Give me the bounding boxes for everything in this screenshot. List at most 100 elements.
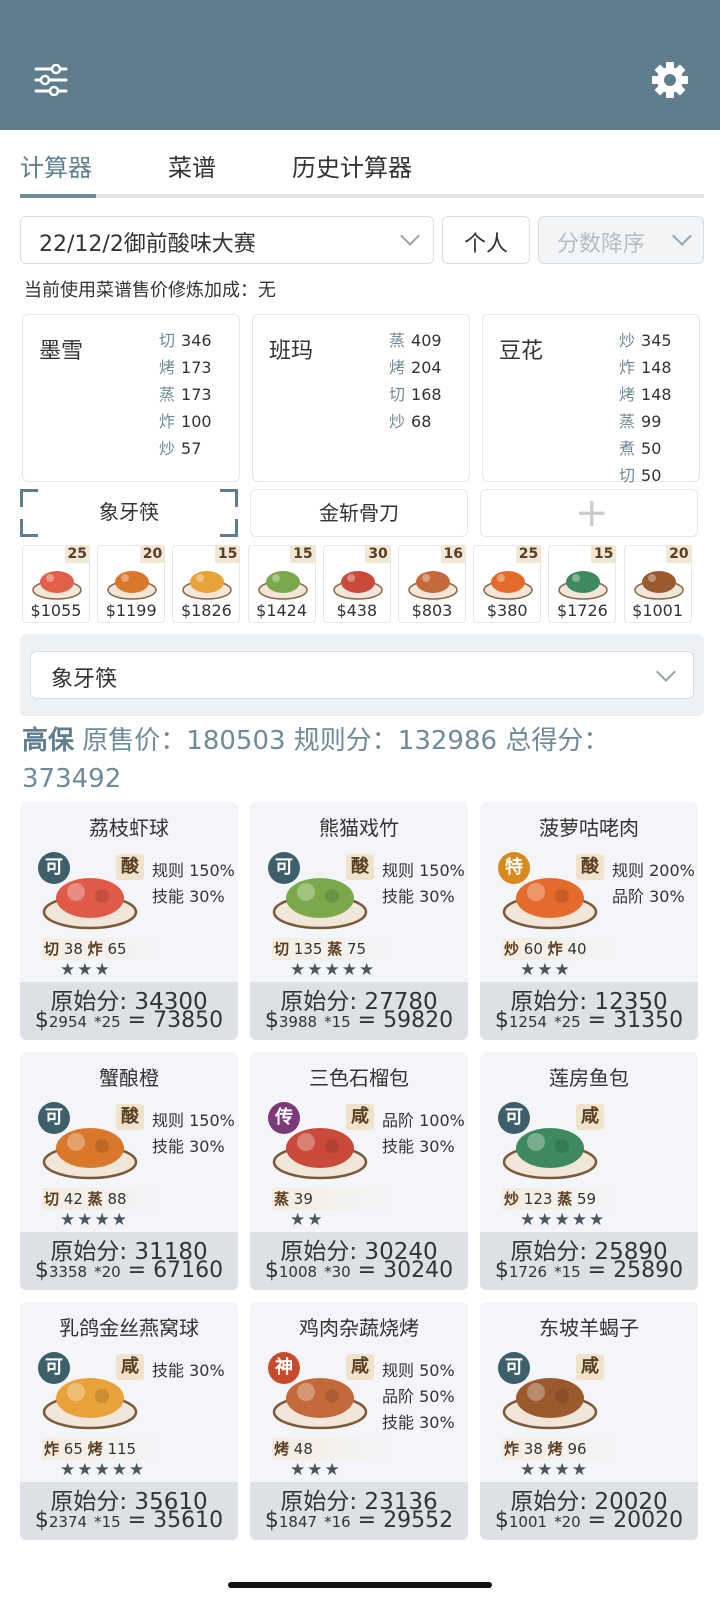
quantity-badge: 20 — [139, 545, 166, 563]
recipe-card[interactable]: 东坡羊蝎子可咸炸 38 烤 96 ★★★★ 原始分: 20020 $1001 *20… — [480, 1302, 698, 1540]
dish-price: $1726 — [556, 601, 608, 620]
req-value: 88 — [107, 1190, 127, 1208]
contest-select[interactable]: 22/12/2御前酸味大赛 — [20, 216, 434, 264]
skill-requirements: 切 38 炸 65 — [42, 938, 160, 960]
quantity-badge: 25 — [515, 545, 542, 563]
req-skill: 蒸 — [557, 1190, 573, 1208]
dish-thumbnail[interactable]: 15 $1726 — [548, 545, 617, 623]
selection-corner — [20, 489, 38, 507]
dish-image — [408, 571, 458, 600]
chef-skill: 炸 100 — [159, 408, 212, 435]
rule-bonuses: 规则 50% 品阶 50% 技能 30% — [382, 1358, 455, 1436]
score-summary: 高保 原售价：180503 规则分：132986 总得分：373492 — [22, 722, 702, 798]
rank-badge: 可 — [38, 1102, 70, 1134]
equip-select[interactable]: 象牙筷 — [30, 651, 694, 699]
price-calculation: $1726 *15 = 25890 — [494, 1258, 684, 1283]
tab-recipes[interactable]: 菜谱 — [168, 148, 216, 183]
rule-bonus: 品阶 100% — [382, 1111, 465, 1130]
recipe-card[interactable]: 三色石榴包传咸品阶 100% 技能 30% 蒸 39 ★★ 原始分: 30240 $10… — [250, 1052, 468, 1290]
chef-card[interactable]: 墨雪 切 346 烤 173 蒸 173 炸 100 炒 57 — [22, 314, 240, 482]
tab-bar: 计算器 菜谱 历史计算器 — [0, 130, 720, 200]
rule-bonuses: 技能 30% — [152, 1358, 225, 1384]
quantity-multiplier: *25 — [554, 1013, 581, 1031]
dish-thumbnail[interactable]: 15 $1424 — [247, 545, 316, 623]
star-rating: ★★★★ — [60, 1210, 129, 1230]
filter-settings-icon[interactable] — [34, 64, 68, 96]
chevron-down-icon — [656, 662, 676, 682]
selection-corner — [20, 519, 38, 537]
unit-price: 2954 — [48, 1013, 88, 1031]
chef-skill: 蒸 99 — [619, 408, 672, 435]
mode-button[interactable]: 个人 — [442, 216, 530, 264]
recipe-card[interactable]: 莲房鱼包可咸炒 123 蒸 59 ★★★★★ 原始分: 25890 $1726 *1… — [480, 1052, 698, 1290]
chef-card[interactable]: 班玛 蒸 409 烤 204 切 168 炒 68 — [252, 314, 470, 482]
skill-type: 切 — [159, 331, 176, 350]
recipe-card[interactable]: 蟹酿橙可酸规则 150% 技能 30% 切 42 蒸 88 ★★★★ 原始分: 311… — [20, 1052, 238, 1290]
recipe-card[interactable]: 菠萝咕咾肉特酸规则 200% 品阶 30% 炒 60 炸 40 ★★★ 原始分: 12… — [480, 802, 698, 1040]
rank-badge: 可 — [268, 852, 300, 884]
dish-price: $1001 — [632, 601, 684, 620]
score-guarantee-label: 高保 — [22, 726, 75, 756]
total-price: = 29552 — [357, 1508, 454, 1533]
star-rating: ★★★★★ — [60, 1460, 147, 1480]
chef-card[interactable]: 豆花 炒 345 炸 148 烤 148 蒸 99 煮 50 切 50 — [482, 314, 700, 485]
equip-slot-gold-cleaver[interactable]: 金斩骨刀 — [250, 489, 468, 537]
unit-price: 1726 — [508, 1263, 548, 1281]
skill-type: 蒸 — [619, 412, 636, 431]
dish-thumbnail[interactable]: 25 $1055 — [22, 545, 90, 623]
chef-skill: 炸 148 — [619, 354, 672, 381]
star-rating: ★★ — [290, 1210, 325, 1230]
req-value: 115 — [107, 1440, 137, 1458]
chef-skill: 蒸 173 — [159, 381, 212, 408]
rule-bonus: 规则 50% — [382, 1361, 455, 1380]
req-value: 38 — [63, 940, 83, 958]
skill-value: 57 — [181, 439, 202, 458]
recipe-title: 荔枝虾球 — [89, 816, 169, 840]
total-price: = 20020 — [587, 1508, 684, 1533]
dish-thumbnail[interactable]: 25 $380 — [473, 545, 542, 623]
skill-type: 炒 — [159, 439, 176, 458]
price-bonus-hint: 当前使用菜谱售价修炼加成：无 — [24, 280, 276, 301]
req-value: 59 — [577, 1190, 597, 1208]
recipe-card[interactable]: 熊猫戏竹可酸规则 150% 技能 30% 切 135 蒸 75 ★★★★★ 原始分: … — [250, 802, 468, 1040]
req-skill: 切 — [44, 1190, 60, 1208]
recipe-card[interactable]: 荔枝虾球可酸规则 150% 技能 30% 切 38 炸 65 ★★★ 原始分: 343… — [20, 802, 238, 1040]
recipe-card[interactable]: 鸡肉杂蔬烧烤神咸规则 50% 品阶 50% 技能 30% 烤 48 ★★★ 原始分: 2… — [250, 1302, 468, 1540]
recipe-title: 菠萝咕咾肉 — [539, 816, 639, 840]
recipe-title: 莲房鱼包 — [549, 1066, 629, 1090]
chef-name: 墨雪 — [39, 339, 84, 364]
price-calculation: $1254 *25 = 31350 — [494, 1008, 684, 1033]
chef-skills: 蒸 409 烤 204 切 168 炒 68 — [389, 327, 442, 435]
chef-skill: 烤 173 — [159, 354, 212, 381]
dish-thumbnail[interactable]: 15 $1826 — [172, 545, 241, 623]
dish-thumbnail[interactable]: 30 $438 — [322, 545, 391, 623]
req-skill: 切 — [44, 940, 60, 958]
dish-thumbnail[interactable]: 20 $1199 — [97, 545, 166, 623]
skill-type: 烤 — [619, 385, 636, 404]
dish-thumbnail[interactable]: 16 $803 — [398, 545, 466, 623]
skill-value: 345 — [641, 331, 672, 350]
recipe-card[interactable]: 乳鸽金丝燕窝球可咸技能 30% 炸 65 烤 115 ★★★★★ 原始分: 3561… — [20, 1302, 238, 1540]
add-equip-button[interactable]: + — [480, 489, 698, 537]
dish-thumbnail[interactable]: 20 $1001 — [623, 545, 692, 623]
skill-type: 炸 — [159, 412, 176, 431]
price-calculation: $1847 *16 = 29552 — [264, 1508, 454, 1533]
flavor-badge: 咸 — [346, 1104, 374, 1130]
tab-history-calculator[interactable]: 历史计算器 — [292, 148, 412, 183]
req-value: 42 — [63, 1190, 83, 1208]
skill-value: 168 — [411, 385, 442, 404]
sort-select[interactable]: 分数降序 — [538, 216, 704, 264]
home-indicator — [228, 1582, 492, 1588]
chef-name: 班玛 — [269, 339, 314, 364]
req-skill: 炸 — [504, 1440, 520, 1458]
req-value: 38 — [523, 1440, 543, 1458]
quantity-multiplier: *15 — [324, 1013, 351, 1031]
rule-bonus: 规则 150% — [382, 861, 465, 880]
equip-slot-ivory-chopsticks[interactable]: 象牙筷 — [20, 489, 238, 537]
dish-image — [182, 571, 233, 600]
chef-skill: 烤 148 — [619, 381, 672, 408]
chef-skill: 切 168 — [389, 381, 442, 408]
dish-price: $1199 — [105, 601, 157, 620]
gear-icon[interactable] — [652, 62, 688, 98]
tab-calculator[interactable]: 计算器 — [20, 148, 92, 183]
